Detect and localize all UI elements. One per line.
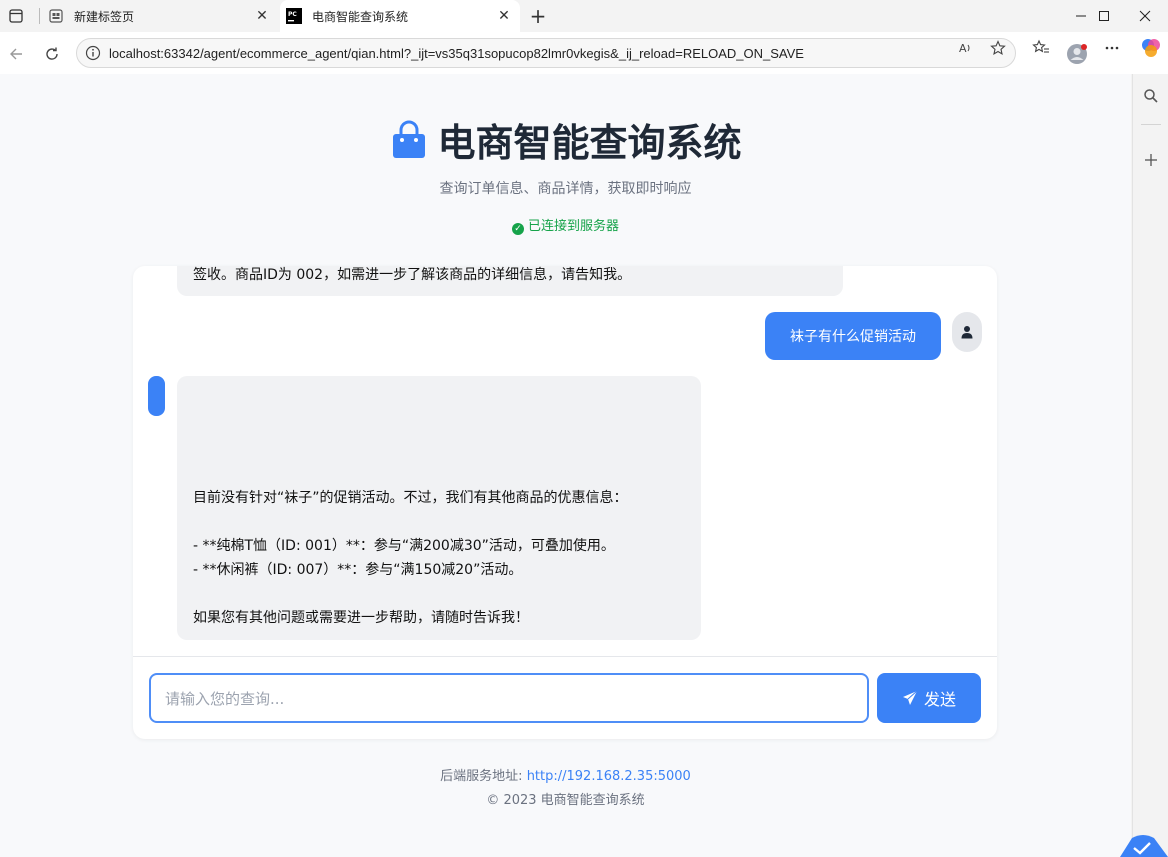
edge-sidebar xyxy=(1132,74,1168,857)
backend-url-link[interactable]: http://192.168.2.35:5000 xyxy=(527,769,691,784)
bot-avatar xyxy=(148,376,165,416)
message-text: 签收。商品ID为 002，如需进一步了解该商品的详细信息，请告知我。 xyxy=(193,267,632,283)
shopping-bag-icon xyxy=(389,120,429,170)
svg-text:A: A xyxy=(959,42,967,55)
send-label: 发送 xyxy=(923,690,956,709)
maximize-icon xyxy=(1099,11,1109,21)
close-icon xyxy=(1139,10,1151,22)
tab-separator xyxy=(39,8,40,24)
tab-ecommerce[interactable]: PC 电商智能查询系统 ✕ xyxy=(280,0,520,32)
tab-title: 电商智能查询系统 xyxy=(312,9,409,24)
backend-info: 后端服务地址: http://192.168.2.35:5000 xyxy=(0,765,1131,784)
message-line: 如果您有其他问题或需要进一步帮助，请随时告诉我！ xyxy=(193,610,529,626)
user-icon xyxy=(961,326,973,339)
profile-icon[interactable] xyxy=(1066,43,1088,65)
page-title-text: 电商智能查询系统 xyxy=(437,123,742,165)
page: 电商智能查询系统 查询订单信息、商品详情，获取即时响应 ✓ 已连接到服务器 签收。… xyxy=(0,74,1131,857)
floating-app-icon[interactable] xyxy=(1118,832,1168,857)
sidebar-divider xyxy=(1141,124,1161,125)
search-icon[interactable] xyxy=(1141,86,1161,106)
user-avatar xyxy=(952,312,982,352)
page-title: 电商智能查询系统 xyxy=(0,112,1131,170)
tab-actions-button[interactable] xyxy=(4,4,28,28)
tab-close-icon[interactable]: ✕ xyxy=(252,6,272,26)
favorites-icon[interactable] xyxy=(1032,39,1050,57)
refresh-button[interactable] xyxy=(39,41,65,67)
message-list[interactable]: 签收。商品ID为 002，如需进一步了解该商品的详细信息，请告知我。 袜子有什么… xyxy=(133,266,997,656)
tab-close-icon[interactable]: ✕ xyxy=(494,6,514,26)
user-message-bubble: 袜子有什么促销活动 xyxy=(765,312,941,360)
query-input[interactable]: 请输入您的查询... xyxy=(149,673,869,723)
tab-new-tab[interactable]: 新建标签页 ✕ xyxy=(42,0,278,32)
message-line: - **休闲裤（ID: 007）**：参与“满150减20”活动。 xyxy=(193,562,523,578)
bot-message-bubble: 目前没有针对“袜子”的促销活动。不过，我们有其他商品的优惠信息： - **纯棉T… xyxy=(177,376,701,640)
back-button[interactable] xyxy=(3,41,29,67)
url-text: localhost:63342/agent/ecommerce_agent/qi… xyxy=(109,45,804,61)
chat-card: 签收。商品ID为 002，如需进一步了解该商品的详细信息，请告知我。 袜子有什么… xyxy=(133,266,997,739)
check-circle-icon: ✓ xyxy=(511,223,524,235)
tab-actions-icon xyxy=(9,9,23,23)
message-line: - **纯棉T恤（ID: 001）**：参与“满200减30”活动，可叠加使用。 xyxy=(193,538,615,554)
new-tab-page-icon xyxy=(48,8,64,24)
add-icon[interactable] xyxy=(1141,150,1161,170)
copilot-icon[interactable] xyxy=(1140,37,1162,59)
close-window-button[interactable] xyxy=(1122,0,1168,32)
new-tab-button[interactable]: + xyxy=(526,4,550,28)
send-button[interactable]: 发送 xyxy=(877,673,981,723)
input-divider xyxy=(133,656,997,657)
message-line: 目前没有针对“袜子”的促销活动。不过，我们有其他商品的优惠信息： xyxy=(193,490,628,506)
svg-text:PC: PC xyxy=(288,11,297,18)
copyright: © 2023 电商智能查询系统 xyxy=(486,793,645,808)
connection-status: ✓ 已连接到服务器 xyxy=(0,215,1131,235)
favorite-star-icon[interactable] xyxy=(989,39,1007,57)
back-arrow-icon xyxy=(10,48,22,60)
bot-message-bubble: 签收。商品ID为 002，如需进一步了解该商品的详细信息，请告知我。 xyxy=(177,266,843,296)
tab-strip: 新建标签页 ✕ PC 电商智能查询系统 ✕ + xyxy=(0,0,1168,32)
read-aloud-icon[interactable]: A xyxy=(957,39,975,57)
maximize-button[interactable] xyxy=(1081,0,1127,32)
backend-label: 后端服务地址: xyxy=(440,769,527,784)
navigation-bar: localhost:63342/agent/ecommerce_agent/qi… xyxy=(0,32,1168,74)
page-subtitle: 查询订单信息、商品详情，获取即时响应 xyxy=(439,181,692,197)
status-text: 已连接到服务器 xyxy=(527,219,619,234)
more-menu-icon[interactable] xyxy=(1103,39,1121,57)
refresh-icon xyxy=(46,47,58,60)
site-info-icon[interactable] xyxy=(85,45,101,61)
pycharm-icon: PC xyxy=(286,8,302,24)
address-bar[interactable]: localhost:63342/agent/ecommerce_agent/qi… xyxy=(76,38,1016,68)
tab-title: 新建标签页 xyxy=(74,9,135,24)
paper-plane-icon xyxy=(902,690,918,706)
